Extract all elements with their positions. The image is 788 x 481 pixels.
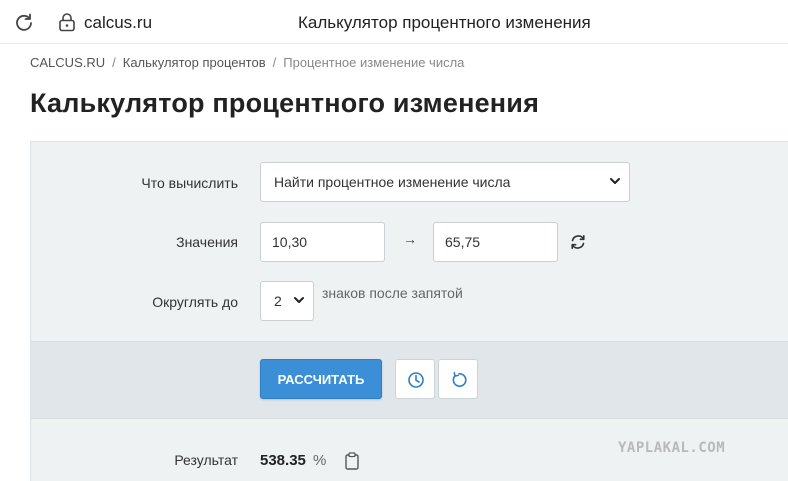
breadcrumb: CALCUS.RU / Калькулятор процентов / Процентн… [30,55,464,70]
result-label: Результат [174,452,238,468]
history-button[interactable] [395,359,435,399]
round-select-value: 2 [274,293,282,309]
breadcrumb-separator: / [112,55,116,70]
values-label: Значения [176,234,238,250]
history-icon [408,372,424,388]
chevron-down-icon [610,178,620,184]
round-hint: знаков после запятой [322,285,463,301]
breadcrumb-percent-calculators-link[interactable]: Калькулятор процентов [123,55,266,70]
mode-label: Что вычислить [141,175,238,191]
breadcrumb-current: Процентное изменение числа [283,55,465,70]
arrow-right-icon: → [403,231,417,247]
chevron-down-icon [294,297,304,303]
reset-button[interactable] [438,359,478,399]
reload-icon[interactable] [14,12,34,32]
mode-select-value: Найти процентное изменение числа [274,174,511,190]
result-unit: % [313,452,327,469]
breadcrumb-home-link[interactable]: CALCUS.RU [30,55,105,70]
mode-select[interactable]: Найти процентное изменение числа [260,162,630,202]
round-select[interactable]: 2 [260,281,314,321]
value-from-input[interactable] [260,222,385,262]
result-value: 538.35 [260,452,306,469]
swap-icon[interactable] [569,233,587,251]
address-bar-url[interactable]: calcus.ru [84,13,152,33]
calculate-button[interactable]: РАССЧИТАТЬ [260,359,382,399]
page-title: Калькулятор процентного изменения [30,88,540,118]
value-to-input[interactable] [433,222,558,262]
calculator-panel: Что вычислить Найти процентное изменение… [30,141,788,481]
lock-icon[interactable] [58,12,76,32]
watermark: YAPLAKAL.COM [618,440,726,456]
copy-icon[interactable] [344,452,360,470]
round-label: Округлять до [152,294,238,310]
tab-title: Калькулятор процентного изменения [298,13,591,32]
breadcrumb-separator: / [272,55,277,70]
browser-bar: calcus.ru Калькулятор процентного измене… [0,0,788,44]
reset-icon [452,372,467,387]
